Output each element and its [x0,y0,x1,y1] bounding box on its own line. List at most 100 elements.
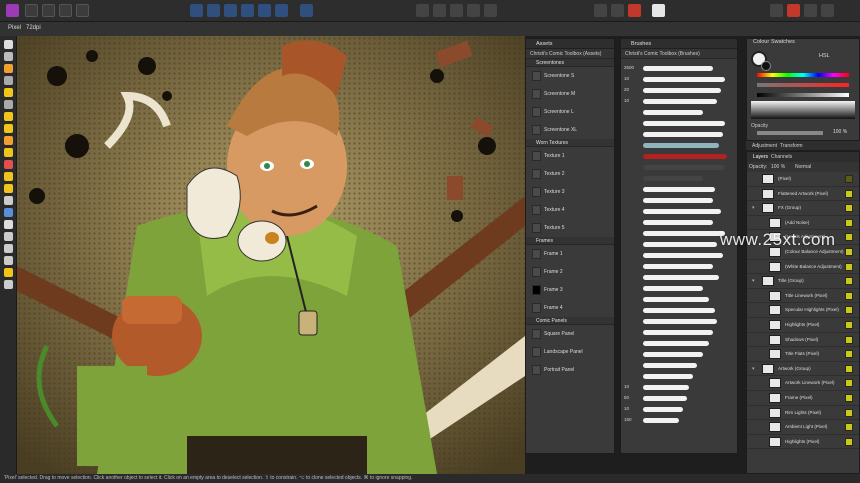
brush-preset[interactable] [621,140,737,151]
brush-preset[interactable] [621,151,737,162]
layer-visibility-checkbox[interactable] [845,204,853,213]
asset-item[interactable]: Screentone M [526,85,614,103]
brush-preset[interactable]: 150 [621,415,737,426]
asset-item[interactable]: Portrait Panel [526,361,614,379]
move-tool-icon[interactable] [4,40,13,49]
brush-preset[interactable] [621,162,737,173]
layer-row[interactable]: Title Linework (Pixel) [747,289,859,304]
selection-clear-icon[interactable] [628,4,641,17]
layer-row[interactable]: Shadows (Pixel) [747,333,859,348]
view-mode-icon[interactable] [770,4,783,17]
align-middle-icon[interactable] [258,4,271,17]
brush-preset[interactable] [621,294,737,305]
more-options-icon[interactable] [821,4,834,17]
asset-item[interactable]: Texture 2 [526,165,614,183]
asset-item[interactable]: Frame 2 [526,263,614,281]
layer-row[interactable]: Rim Lights (Pixel) [747,406,859,421]
brushes-panel-title[interactable]: Brushes [621,39,737,49]
layer-row[interactable]: (White Balance Adjustment) [747,260,859,275]
brush-preset[interactable]: 10 [621,74,737,85]
align-top-icon[interactable] [241,4,254,17]
layer-visibility-checkbox[interactable] [845,247,853,256]
asset-item[interactable]: Texture 1 [526,147,614,165]
hue-slider[interactable] [757,73,849,77]
opacity-value[interactable]: 100 % [833,129,847,135]
asset-item[interactable]: Screentone L [526,103,614,121]
brush-preset[interactable] [621,327,737,338]
blend-mode-dropdown[interactable]: Normal [795,164,811,170]
persona-export-icon[interactable] [59,4,72,17]
pixel-brush-icon[interactable] [4,124,13,133]
layer-row[interactable]: ▾ Artwork (Group) [747,362,859,377]
pen-icon[interactable] [4,232,13,241]
tab-adjustment[interactable]: Adjustment [752,143,777,149]
text-icon[interactable] [4,220,13,229]
order-forward-icon[interactable] [450,4,463,17]
asset-item[interactable]: Frame 4 [526,299,614,317]
layer-visibility-checkbox[interactable] [845,408,853,417]
tab-colour[interactable]: Colour [753,39,769,45]
brush-preset[interactable] [621,349,737,360]
flip-icon[interactable] [484,4,497,17]
layer-row[interactable]: Specular Highlights (Pixel) [747,303,859,318]
layer-row[interactable]: Artwork Linework (Pixel) [747,376,859,391]
asset-item[interactable]: Texture 3 [526,183,614,201]
brush-preset[interactable]: 10 [621,404,737,415]
asset-category-header[interactable]: Frames [526,237,614,245]
layers-opacity-value[interactable]: 100 % [771,164,785,170]
crop-icon[interactable] [4,196,13,205]
layer-visibility-checkbox[interactable] [845,262,853,271]
align-right-icon[interactable] [224,4,237,17]
tab-transform[interactable]: Transform [780,143,803,149]
assistant-icon[interactable] [804,4,817,17]
brush-preset[interactable] [621,371,737,382]
paint-brush-icon[interactable] [4,64,13,73]
brush-preset[interactable] [621,261,737,272]
brushes-category-dropdown[interactable]: Christi's Comic Toolbox (Brushes) [621,49,737,59]
brush-preset[interactable] [621,283,737,294]
persona-vector-icon[interactable] [25,4,38,17]
artwork-canvas[interactable] [17,36,525,474]
asset-category-header[interactable]: Comic Panels [526,317,614,325]
asset-item[interactable]: Landscape Panel [526,343,614,361]
opacity-slider[interactable] [757,131,823,135]
lightness-slider[interactable] [757,93,849,97]
shape-icon[interactable] [4,208,13,217]
layer-visibility-checkbox[interactable] [845,277,853,286]
layer-row[interactable]: Highlights (Pixel) [747,318,859,333]
brush-preset[interactable] [621,195,737,206]
arrange-icon[interactable] [300,4,313,17]
brush-preset[interactable] [621,360,737,371]
layer-visibility-checkbox[interactable] [845,218,853,227]
assets-category-dropdown[interactable]: Christi's Comic Toolbox (Assets) [526,49,614,59]
layer-expand-icon[interactable]: ▾ [752,274,755,288]
layer-row[interactable]: ▾ FX (Group) [747,201,859,216]
layer-visibility-checkbox[interactable] [845,393,853,402]
freehand-selection-icon[interactable] [4,100,13,109]
brush-preset[interactable] [621,184,737,195]
align-left-icon[interactable] [190,4,203,17]
zoom-icon[interactable] [4,280,13,289]
asset-item[interactable]: Screentone XL [526,121,614,139]
snapping-icon[interactable] [787,4,800,17]
brush-preset[interactable] [621,173,737,184]
layer-expand-icon[interactable]: ▾ [752,362,755,376]
order-front-icon[interactable] [467,4,480,17]
asset-item[interactable]: Texture 4 [526,201,614,219]
dodge-icon[interactable] [4,172,13,181]
erase-brush-icon[interactable] [4,136,13,145]
layer-row[interactable]: Title Flats (Pixel) [747,347,859,362]
asset-category-header[interactable]: Screentones [526,59,614,67]
app-logo-icon[interactable] [6,4,19,17]
color-picker-icon[interactable] [4,244,13,253]
brush-preset[interactable]: 50 [621,393,737,404]
layer-visibility-checkbox[interactable] [845,233,853,242]
layer-expand-icon[interactable]: ▾ [752,201,755,215]
layer-row[interactable]: Ambient Light (Pixel) [747,420,859,435]
tab-swatches[interactable]: Swatches [771,39,795,45]
brush-preset[interactable] [621,206,737,217]
brush-preset[interactable] [621,250,737,261]
layer-row[interactable]: Frame (Pixel) [747,391,859,406]
brush-preset[interactable] [621,107,737,118]
order-back-icon[interactable] [416,4,429,17]
